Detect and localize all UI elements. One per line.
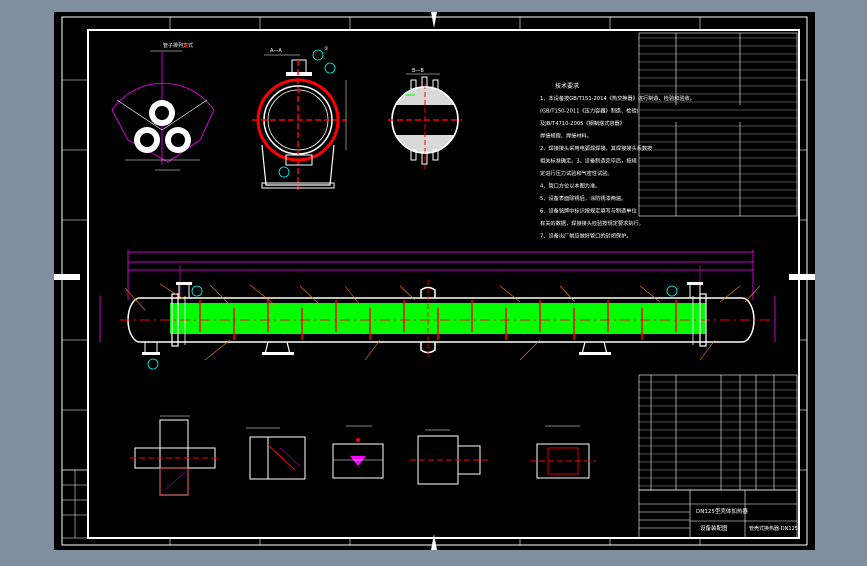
center-mark-right [789,274,815,280]
svg-text:管子排列方式: 管子排列方式 [163,42,193,49]
tech-line: 4、管口方位以本图为准。 [540,182,600,190]
tech-heading: 技术要求 [555,82,579,90]
tech-line: 1、本设备按GB/T151-2014《热交换器》进行制造、检验和验收。 [540,94,695,102]
tech-line: (GB/T150-2011《压力容器》制造、检验) [540,107,639,115]
tech-line: 及JB/T4710-2005《钢制塔式容器》 [540,119,625,127]
svg-text:A—A: A—A [270,48,282,54]
cad-drawing-sheet: 管子排列方式 A—A ① B—B 技术要求 1、本设备按GB/T151-2014… [54,12,815,550]
tech-line: 2、焊接接头采用电弧焊焊接，其焊接接头系数按 [540,144,652,152]
drawing-number: 管壳式换热器-DN125 [749,525,798,532]
cad-viewport: 管子排列方式 A—A ① B—B 技术要求 1、本设备按GB/T151-2014… [0,0,867,562]
drawing-title-line2: 设备装配图 [700,524,728,532]
tech-line: 定进行压力试验和气密性试验。 [540,169,613,177]
svg-text:B—B: B—B [412,68,424,74]
tech-line: 焊接规程、焊接材料。 [540,132,592,140]
center-mark-left [54,274,80,280]
tech-line: 相关标准确定。3、设备制造完毕后，按规 [540,157,637,165]
svg-text:①: ① [324,46,329,52]
tech-line: 6、设备铭牌中标识按规定填写与制造单位 [540,207,637,215]
tech-line: 有关的数据，焊接接头检验按规定要求执行。 [540,219,644,227]
tech-line: 7、设备出厂前应做好管口的封闭保护。 [540,232,632,240]
tech-line: 5、设备表面除锈后，涂防锈漆两遍。 [540,194,626,202]
drawing-title-line1: DN125型壳体加热器 [696,507,748,515]
